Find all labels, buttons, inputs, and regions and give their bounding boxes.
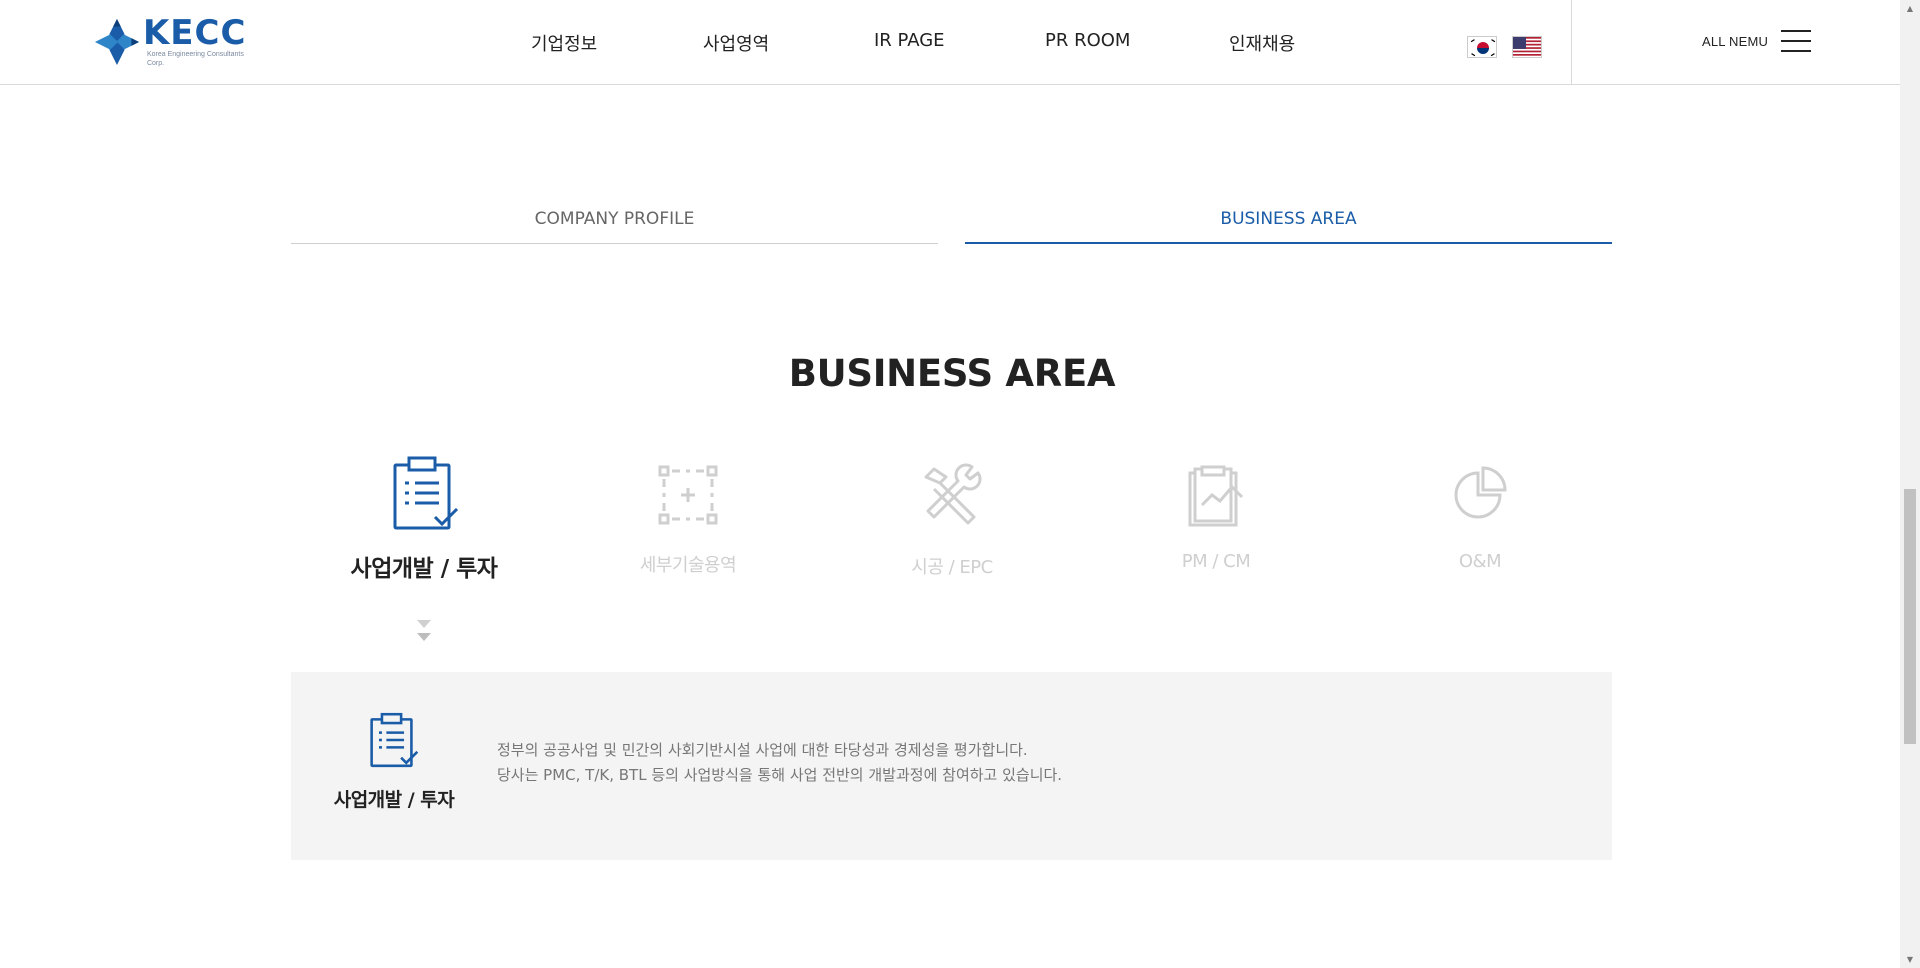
business-item-technical-services[interactable]: 세부기술용역	[588, 455, 788, 577]
pie-chart-icon	[1454, 466, 1507, 519]
section-title: BUSINESS AREA	[788, 352, 1116, 395]
kecc-logo-mark-icon	[94, 18, 140, 66]
nav-item-ir-page[interactable]: IR PAGE	[874, 30, 945, 51]
business-detail-panel: 사업개발 / 투자 정부의 공공사업 및 민간의 사회기반시설 사업에 대한 타…	[291, 672, 1612, 860]
scroll-up-arrow-icon[interactable]: ▲	[1900, 0, 1920, 17]
tools-wrench-hammer-icon	[924, 463, 982, 525]
business-item-label: O&M	[1458, 551, 1502, 572]
detail-description: 정부의 공공사업 및 민간의 사회기반시설 사업에 대한 타당성과 경제성을 평…	[497, 738, 1062, 788]
hamburger-icon	[1781, 30, 1812, 52]
scrollbar-thumb[interactable]	[1904, 489, 1916, 744]
tab-company-profile[interactable]: COMPANY PROFILE	[291, 198, 938, 244]
business-item-o-and-m[interactable]: O&M	[1380, 455, 1580, 572]
all-menu-button[interactable]: ALL NEMU	[1702, 30, 1812, 52]
nav-item-business-area[interactable]: 사업영역	[703, 30, 769, 56]
business-item-construction-epc[interactable]: 시공 / EPC	[852, 455, 1052, 579]
clipboard-checklist-icon	[370, 712, 419, 768]
us-flag-icon[interactable]	[1512, 36, 1542, 58]
double-chevron-down-icon	[417, 620, 431, 641]
business-item-pm-cm[interactable]: PM / CM	[1116, 455, 1316, 572]
logo-wordmark: KECC	[142, 13, 247, 53]
logo-subtitle: Korea Engineering Consultants Corp.	[146, 51, 244, 67]
business-item-label: 사업개발 / 투자	[350, 556, 498, 582]
site-header: KECC Korea Engineering Consultants Corp.…	[0, 0, 1900, 85]
business-item-label: PM / CM	[1181, 551, 1251, 572]
tab-business-area[interactable]: BUSINESS AREA	[965, 198, 1612, 244]
clipboard-checklist-icon	[393, 456, 459, 530]
business-item-label: 시공 / EPC	[911, 557, 993, 578]
tab-business-area-label: BUSINESS AREA	[1220, 209, 1357, 229]
page-scrollbar[interactable]: ▲ ▼	[1900, 0, 1920, 968]
nav-item-company-info[interactable]: 기업정보	[531, 30, 597, 56]
business-item-label: 세부기술용역	[639, 555, 737, 576]
nav-item-recruit[interactable]: 인재채용	[1229, 30, 1295, 56]
header-divider	[1571, 0, 1572, 85]
detail-description-line: 당사는 PMC, T/K, BTL 등의 사업방식을 통해 사업 전반의 개발과…	[497, 766, 1063, 784]
kecc-logo[interactable]: KECC Korea Engineering Consultants Corp.	[93, 16, 258, 68]
detail-description-line: 정부의 공공사업 및 민간의 사회기반시설 사업에 대한 타당성과 경제성을 평…	[497, 741, 1028, 759]
all-menu-label: ALL NEMU	[1702, 33, 1769, 49]
frame-nodes-icon	[658, 465, 718, 525]
business-item-development-investment[interactable]: 사업개발 / 투자	[324, 455, 524, 583]
detail-title: 사업개발 / 투자	[333, 789, 455, 811]
nav-item-pr-room[interactable]: PR ROOM	[1045, 30, 1130, 51]
tab-company-profile-label: COMPANY PROFILE	[534, 209, 695, 229]
korean-flag-icon[interactable]	[1467, 36, 1497, 58]
clipboard-chart-icon	[1188, 465, 1244, 527]
scroll-down-arrow-icon[interactable]: ▼	[1900, 951, 1920, 968]
